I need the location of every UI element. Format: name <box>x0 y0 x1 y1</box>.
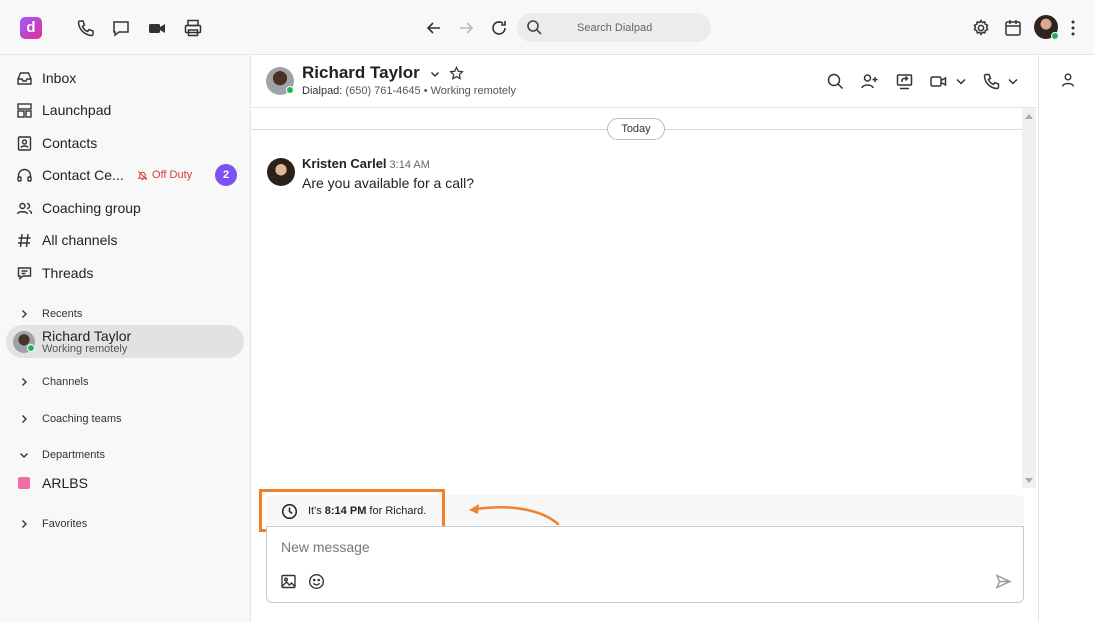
chevron-down-icon[interactable] <box>429 68 441 80</box>
presence-dot <box>1051 32 1059 40</box>
sidebar-item-contact-center[interactable]: Contact Ce... Off Duty 2 <box>0 160 251 190</box>
sidebar-item-label: Threads <box>42 265 94 281</box>
sidebar-item-coaching-group[interactable]: Coaching group <box>0 193 251 223</box>
presence-dot <box>286 86 294 94</box>
sidebar-item-label: Contact Ce... <box>42 167 124 183</box>
contact-name: Richard Taylor <box>302 63 420 82</box>
chevron-right-icon <box>18 308 30 320</box>
send-icon[interactable] <box>995 573 1012 590</box>
coaching-teams-section-toggle[interactable]: Coaching teams <box>0 408 251 430</box>
contact-name-header[interactable]: Richard Taylor <box>302 63 465 83</box>
threads-icon <box>16 265 33 282</box>
scroll-down-arrow[interactable] <box>1025 478 1033 483</box>
screen-share-icon[interactable] <box>895 72 914 91</box>
recent-item-richard-taylor[interactable]: Richard Taylor Working remotely <box>6 325 244 358</box>
annotation-arrow <box>469 504 560 526</box>
search-icon[interactable] <box>826 72 845 91</box>
message-time: 3:14 AM <box>389 159 430 171</box>
chevron-down-icon[interactable] <box>954 72 968 91</box>
day-divider-label: Today <box>607 118 665 140</box>
search-icon <box>526 19 543 36</box>
contact-subline: Dialpad: (650) 761-4645 • Working remote… <box>302 85 516 97</box>
top-bar: d <box>0 0 1094 55</box>
scroll-up-arrow[interactable] <box>1025 114 1033 119</box>
add-person-icon[interactable] <box>860 72 879 91</box>
phone-icon[interactable] <box>76 18 96 38</box>
phone-icon[interactable] <box>982 72 1001 91</box>
sidebar-item-label: Coaching group <box>42 200 141 216</box>
calendar-icon[interactable] <box>1003 18 1023 38</box>
department-label: ARLBS <box>42 475 88 491</box>
sidebar-item-label: Contacts <box>42 135 98 151</box>
chevron-right-icon <box>18 413 30 425</box>
line-type-label: Dialpad: <box>302 85 343 97</box>
section-label: Departments <box>42 449 105 461</box>
launchpad-icon <box>16 102 33 119</box>
gear-icon[interactable] <box>971 18 991 38</box>
message-list: Today Kristen Carlel 3:14 AM Are you avai… <box>252 108 1022 488</box>
search-bar[interactable] <box>517 13 711 42</box>
image-icon[interactable] <box>280 573 297 590</box>
sidebar-item-label: Launchpad <box>42 102 112 118</box>
bell-off-icon <box>137 170 148 181</box>
section-label: Favorites <box>42 518 88 530</box>
section-label: Coaching teams <box>42 413 122 425</box>
departments-section-toggle[interactable]: Departments <box>0 444 251 466</box>
scrollbar[interactable] <box>1022 108 1036 488</box>
recent-item-name: Richard Taylor <box>42 328 132 344</box>
video-icon[interactable] <box>147 18 167 38</box>
more-vertical-icon[interactable] <box>1066 18 1080 38</box>
author-avatar[interactable] <box>267 158 295 186</box>
channels-section-toggle[interactable]: Channels <box>0 371 251 393</box>
section-label: Channels <box>42 376 89 388</box>
sidebar-item-all-channels[interactable]: All channels <box>0 225 251 255</box>
star-icon[interactable] <box>449 66 465 81</box>
print-icon[interactable] <box>183 18 203 38</box>
search-input[interactable] <box>555 18 705 38</box>
off-duty-label: Off Duty <box>152 169 193 181</box>
recent-item-status: Working remotely <box>42 343 128 355</box>
inbox-icon <box>16 70 33 87</box>
sidebar-item-contacts[interactable]: Contacts <box>0 128 251 158</box>
message-text: Are you available for a call? <box>302 175 474 191</box>
video-icon[interactable] <box>929 72 948 91</box>
recents-section-toggle[interactable]: Recents <box>0 303 251 325</box>
sidebar: Inbox Launchpad Contacts Contact Ce... O… <box>0 55 251 622</box>
off-duty-status[interactable]: Off Duty <box>137 169 192 181</box>
sidebar-item-label: Inbox <box>42 70 77 86</box>
sidebar-item-label: All channels <box>42 232 118 248</box>
department-color-swatch <box>18 477 30 489</box>
chevron-right-icon <box>18 518 30 530</box>
unread-count-badge: 2 <box>215 164 237 186</box>
message-header: Kristen Carlel 3:14 AM <box>302 156 430 171</box>
hash-icon <box>16 232 33 249</box>
section-label: Recents <box>42 308 83 320</box>
chat-header: Richard Taylor Dialpad: (650) 761-4645 •… <box>252 55 1038 108</box>
message-input[interactable] <box>281 539 981 561</box>
right-panel <box>1038 55 1094 622</box>
message-icon[interactable] <box>111 18 131 38</box>
chevron-down-icon <box>18 449 30 461</box>
message-author[interactable]: Kristen Carlel <box>302 156 387 171</box>
sidebar-item-inbox[interactable]: Inbox <box>0 63 251 93</box>
back-arrow-icon[interactable] <box>424 18 444 38</box>
sidebar-item-threads[interactable]: Threads <box>0 258 251 288</box>
chevron-down-icon[interactable] <box>1006 72 1020 91</box>
headset-icon <box>16 167 33 184</box>
phone-and-status: (650) 761-4645 • Working remotely <box>345 85 516 97</box>
favorites-section-toggle[interactable]: Favorites <box>0 513 251 535</box>
emoji-icon[interactable] <box>308 573 325 590</box>
department-item-arlbs[interactable]: ARLBS <box>0 468 251 498</box>
presence-dot <box>27 344 35 352</box>
users-icon <box>16 200 33 217</box>
refresh-icon[interactable] <box>489 18 509 38</box>
contacts-icon <box>16 135 33 152</box>
chevron-right-icon <box>18 376 30 388</box>
contact-details-icon[interactable] <box>1060 72 1076 88</box>
forward-arrow-icon[interactable] <box>456 18 476 38</box>
sidebar-item-launchpad[interactable]: Launchpad <box>0 95 251 125</box>
message-composer <box>266 526 1024 603</box>
dialpad-logo[interactable]: d <box>20 17 42 39</box>
